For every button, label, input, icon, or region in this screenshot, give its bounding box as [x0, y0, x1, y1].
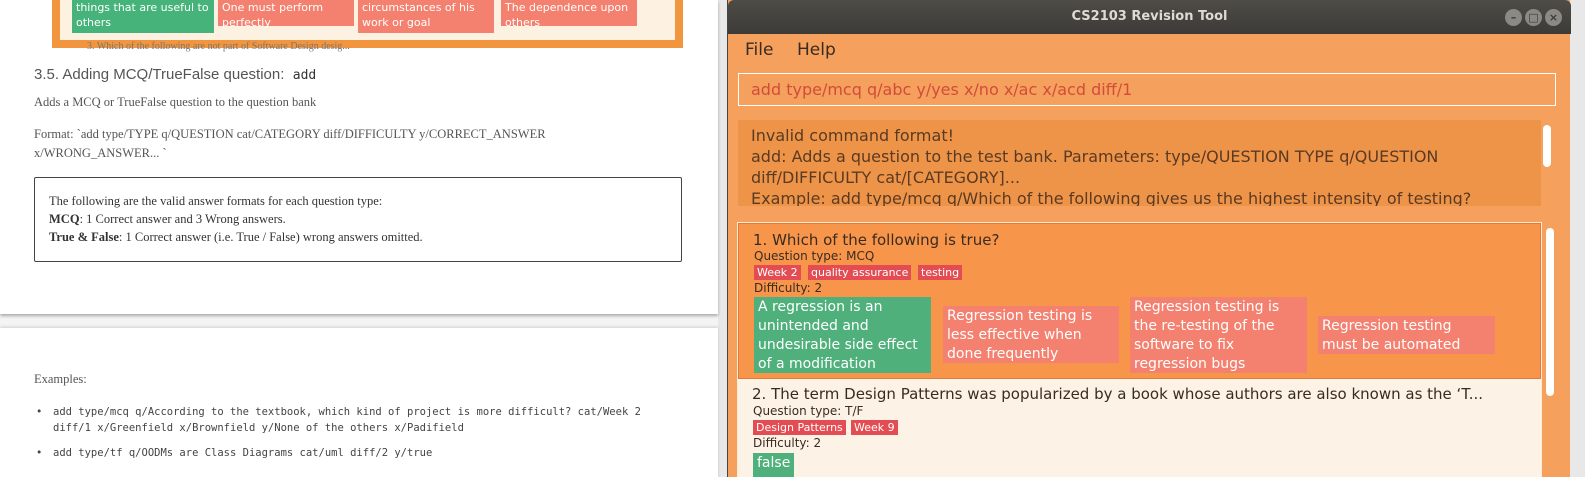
- question-title: 1. Which of the following is true?: [753, 231, 1000, 249]
- menu-help[interactable]: Help: [797, 40, 836, 60]
- prev-answer-pill: things that are useful to others: [72, 0, 214, 33]
- format-line: x/WRONG_ANSWER... `: [34, 146, 167, 160]
- result-line: diff/DIFFICULTY cat/[CATEGORY]...: [751, 168, 1021, 187]
- question-type: Question type: T/F: [753, 404, 864, 418]
- question-card[interactable]: 2. The term Design Patterns was populari…: [738, 379, 1541, 477]
- result-line: add: Adds a question to the test bank. P…: [751, 147, 1439, 166]
- question-card[interactable]: 1. Which of the following is true? Quest…: [738, 223, 1541, 379]
- wrong-answer: Regression testing must be automated: [1318, 316, 1495, 354]
- section-description: Adds a MCQ or TrueFalse question to the …: [34, 95, 317, 109]
- question-title: 2. The term Design Patterns was populari…: [752, 385, 1484, 403]
- tag: Week 9: [851, 420, 898, 435]
- title-bar[interactable]: CS2103 Revision Tool – □ ×: [728, 0, 1571, 34]
- prev-cut-text: 3. Which of the following are not part o…: [87, 41, 350, 52]
- correct-answer: false: [753, 453, 794, 477]
- menu-file[interactable]: File: [745, 40, 773, 60]
- doc-page: things that are useful to others One mus…: [0, 0, 718, 314]
- question-difficulty: Difficulty: 2: [754, 281, 823, 295]
- tag: Week 2: [754, 265, 801, 280]
- documentation-viewer: things that are useful to others One mus…: [0, 0, 718, 477]
- info-box: The following are the valid answer forma…: [34, 177, 682, 262]
- examples-label: Examples:: [34, 372, 87, 386]
- result-display: Invalid command format! add: Adds a ques…: [738, 120, 1541, 206]
- revision-tool-window: CS2103 Revision Tool – □ × File Help add…: [727, 0, 1571, 477]
- list-scrollbar[interactable]: [1546, 228, 1554, 396]
- command-input[interactable]: add type/mcq q/abc y/yes x/no x/ac x/acd…: [738, 73, 1556, 106]
- correct-answer: A regression is an unintended and undesi…: [754, 297, 931, 373]
- close-icon[interactable]: ×: [1545, 9, 1562, 26]
- info-intro: The following are the valid answer forma…: [49, 194, 383, 208]
- previous-screenshot-image: things that are useful to others One mus…: [52, 0, 683, 52]
- wrong-answer: Regression testing is the re-testing of …: [1130, 297, 1307, 373]
- wrong-answer: Regression testing is less effective whe…: [943, 306, 1119, 363]
- tag: testing: [918, 265, 963, 280]
- maximize-icon[interactable]: □: [1525, 9, 1542, 26]
- result-line: Example: add type/mcq q/Which of the fol…: [751, 189, 1472, 206]
- question-difficulty: Difficulty: 2: [753, 436, 822, 450]
- format-line: Format: `add type/TYPE q/QUESTION cat/CA…: [34, 127, 546, 141]
- info-tf: True & False: 1 Correct answer (i.e. Tru…: [49, 230, 423, 244]
- question-type: Question type: MCQ: [754, 249, 875, 263]
- minimize-icon[interactable]: –: [1505, 9, 1522, 26]
- result-line: Invalid command format!: [751, 126, 955, 145]
- section-heading: 3.5. Adding MCQ/TrueFalse question: add: [34, 66, 317, 83]
- info-mcq: MCQ: 1 Correct answer and 3 Wrong answer…: [49, 212, 286, 226]
- prev-answer-pill: The dependence upon others: [501, 0, 637, 29]
- result-scrollbar[interactable]: [1543, 125, 1551, 167]
- prev-answer-pill: One must perform perfectly: [218, 0, 354, 29]
- tag: quality assurance: [808, 265, 912, 280]
- prev-answer-pill: circumstances of his work or goal: [358, 0, 494, 33]
- tag: Design Patterns: [753, 420, 846, 435]
- window-title: CS2103 Revision Tool: [1071, 9, 1228, 24]
